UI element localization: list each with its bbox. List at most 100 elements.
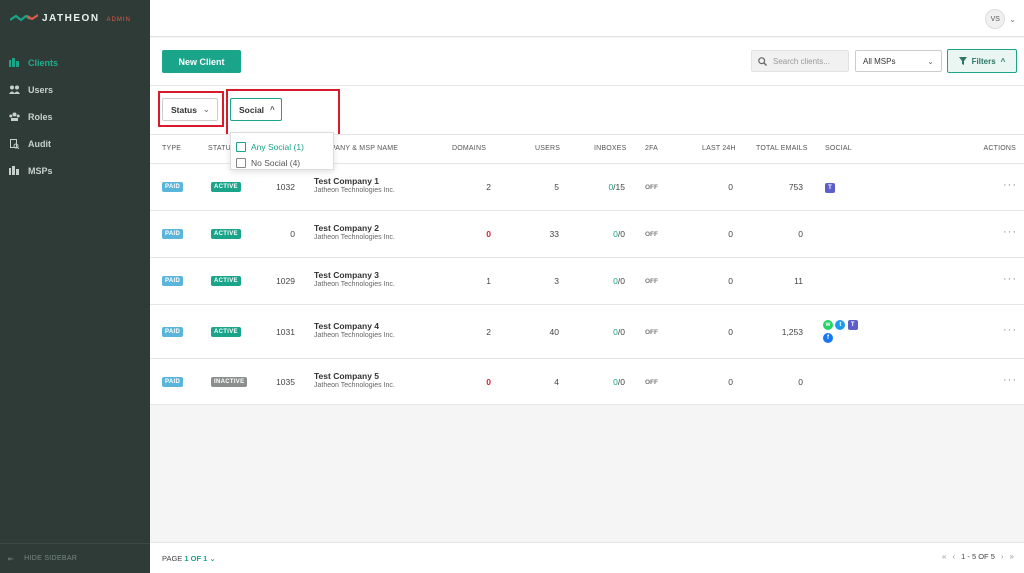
last24-count: 0 — [728, 327, 733, 337]
social-option-label: Any Social (1) — [251, 142, 304, 152]
social-option-none[interactable]: No Social (4) — [236, 155, 328, 171]
table-row[interactable]: PAID ACTIVE 1032 Test Company 1 Jatheon … — [150, 164, 1024, 211]
social-filter-button[interactable]: Social ^ — [230, 98, 282, 121]
client-id: 1032 — [276, 182, 295, 192]
company-cell[interactable]: Test Company 5 Jatheon Technologies Inc. — [314, 371, 395, 389]
filter-icon — [958, 57, 967, 65]
table-row[interactable]: PAID ACTIVE 1029 Test Company 3 Jatheon … — [150, 258, 1024, 305]
status-badge: ACTIVE — [211, 327, 241, 337]
chevron-down-icon: ⌄ — [927, 56, 934, 66]
status-filter-button[interactable]: Status ⌄ — [162, 98, 218, 121]
msp-name: Jatheon Technologies Inc. — [314, 281, 395, 288]
clients-icon — [8, 58, 20, 68]
first-page-icon[interactable]: « — [942, 552, 946, 561]
domains-count: 2 — [486, 182, 491, 192]
users-count: 40 — [549, 327, 559, 337]
company-name[interactable]: Test Company 5 — [314, 371, 395, 381]
th-social[interactable]: SOCIAL — [825, 145, 852, 152]
checkbox[interactable] — [236, 158, 246, 168]
row-actions-menu[interactable]: ··· — [1003, 226, 1017, 238]
inboxes-count: 0/0 — [613, 229, 625, 239]
th-2fa[interactable]: 2FA — [645, 145, 658, 152]
client-id: 1029 — [276, 276, 295, 286]
range-label: 1 - 5 OF 5 — [961, 552, 995, 561]
last24-count: 0 — [728, 377, 733, 387]
twitter-icon: t — [835, 320, 846, 330]
company-cell[interactable]: Test Company 3 Jatheon Technologies Inc. — [314, 270, 395, 288]
inboxes-total: /15 — [613, 182, 625, 192]
sidebar-item-msps[interactable]: MSPs — [0, 157, 150, 184]
company-name[interactable]: Test Company 1 — [314, 176, 395, 186]
th-actions: ACTIONS — [983, 145, 1016, 152]
msp-name: Jatheon Technologies Inc. — [314, 234, 395, 241]
row-actions-menu[interactable]: ··· — [1003, 374, 1017, 386]
domains-count: 0 — [486, 229, 491, 239]
checkbox[interactable] — [236, 142, 246, 152]
users-count: 33 — [549, 229, 559, 239]
msp-name: Jatheon Technologies Inc. — [314, 382, 395, 389]
table-row[interactable]: PAID ACTIVE 1031 Test Company 4 Jatheon … — [150, 305, 1024, 359]
msp-select[interactable]: All MSPs ⌄ — [855, 50, 942, 72]
hide-sidebar-button[interactable]: ⇤ HIDE SIDEBAR — [0, 543, 150, 573]
domains-count: 2 — [486, 327, 491, 337]
page-select[interactable]: 1 OF 1 — [184, 554, 207, 563]
brand-logo[interactable]: JATHEON ADMIN — [0, 0, 150, 37]
th-type[interactable]: TYPE — [162, 145, 181, 152]
filter-row: Status ⌄ Social ^ — [150, 86, 1024, 134]
twofa-status: OFF — [645, 231, 658, 238]
th-total-emails[interactable]: TOTAL EMAILS — [756, 145, 808, 152]
inboxes-total: /0 — [617, 327, 625, 337]
type-badge: PAID — [162, 276, 184, 286]
new-client-button[interactable]: New Client — [162, 50, 241, 73]
type-badge: PAID — [162, 182, 184, 192]
th-users[interactable]: USERS — [535, 145, 560, 152]
company-name[interactable]: Test Company 2 — [314, 223, 395, 233]
avatar[interactable]: VS — [985, 9, 1006, 29]
row-actions-menu[interactable]: ··· — [1003, 179, 1017, 191]
company-name[interactable]: Test Company 4 — [314, 321, 395, 331]
next-page-icon[interactable]: › — [1001, 552, 1004, 561]
sidebar-item-label: MSPs — [28, 165, 53, 176]
status-filter-label: Status — [171, 104, 197, 115]
users-count: 5 — [554, 182, 559, 192]
prev-page-icon[interactable]: ‹ — [952, 552, 955, 561]
table-row[interactable]: PAID INACTIVE 1035 Test Company 5 Jatheo… — [150, 359, 1024, 405]
sidebar-item-label: Audit — [28, 138, 51, 149]
sidebar-item-audit[interactable]: Audit — [0, 130, 150, 157]
status-badge: ACTIVE — [211, 182, 241, 192]
company-cell[interactable]: Test Company 1 Jatheon Technologies Inc. — [314, 176, 395, 194]
table-row[interactable]: PAID ACTIVE 0 Test Company 2 Jatheon Tec… — [150, 211, 1024, 258]
domains-count: 0 — [486, 377, 491, 387]
company-name[interactable]: Test Company 3 — [314, 270, 395, 280]
company-cell[interactable]: Test Company 4 Jatheon Technologies Inc. — [314, 321, 395, 339]
chevron-down-icon[interactable]: ⌄ — [1009, 15, 1016, 24]
last-page-icon[interactable]: » — [1010, 552, 1014, 561]
twofa-status: OFF — [645, 329, 658, 336]
search-input[interactable] — [773, 56, 847, 66]
last24-count: 0 — [728, 276, 733, 286]
filters-button[interactable]: Filters ^ — [947, 49, 1017, 73]
th-last24[interactable]: LAST 24H — [702, 145, 736, 152]
row-actions-menu[interactable]: ··· — [1003, 273, 1017, 285]
last24-count: 0 — [728, 182, 733, 192]
social-option-any[interactable]: Any Social (1) — [236, 139, 328, 155]
sidebar-nav: Clients Users Roles Audit MSPs — [0, 49, 150, 184]
sidebar-item-users[interactable]: Users — [0, 76, 150, 103]
search-box[interactable] — [751, 50, 849, 72]
msp-name: Jatheon Technologies Inc. — [314, 332, 395, 339]
th-inboxes[interactable]: INBOXES — [594, 145, 627, 152]
sidebar-item-label: Users — [28, 84, 54, 95]
chevron-down-icon[interactable]: ⌄ — [209, 554, 215, 563]
sidebar-item-clients[interactable]: Clients — [0, 49, 150, 76]
jatheon-logo-icon — [10, 13, 38, 21]
user-menu[interactable]: VS ⌄ — [985, 9, 1016, 29]
company-cell[interactable]: Test Company 2 Jatheon Technologies Inc. — [314, 223, 395, 241]
facebook-icon: f — [823, 333, 833, 343]
th-domains[interactable]: DOMAINS — [452, 145, 486, 152]
pager: « ‹ 1 - 5 OF 5 › » — [942, 552, 1014, 561]
domains-count: 1 — [486, 276, 491, 286]
inboxes-total: /0 — [617, 229, 625, 239]
row-actions-menu[interactable]: ··· — [1003, 324, 1017, 336]
chevron-up-icon: ^ — [1000, 56, 1006, 66]
sidebar-item-roles[interactable]: Roles — [0, 103, 150, 130]
